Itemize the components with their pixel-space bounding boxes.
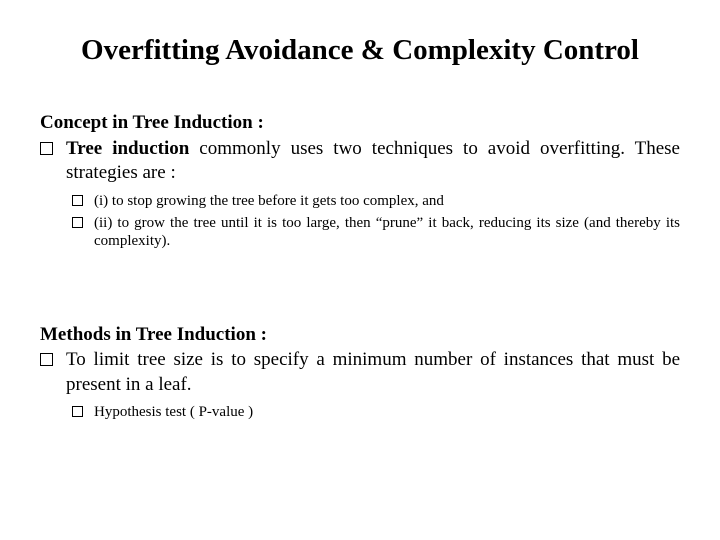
bullet-item: Tree induction commonly uses two techniq… xyxy=(40,137,680,186)
slide-body: Concept in Tree Induction : Tree inducti… xyxy=(0,111,720,421)
section-label-methods: Methods in Tree Induction : xyxy=(40,323,680,347)
sub-bullet-item: (ii) to grow the tree until it is too la… xyxy=(72,214,680,251)
bullet-rest: To limit tree size is to specify a minim… xyxy=(66,349,680,394)
section-label-concept: Concept in Tree Induction : xyxy=(40,111,680,135)
sub-bullet-group: Hypothesis test ( P-value ) xyxy=(40,403,680,421)
slide-title: Overfitting Avoidance & Complexity Contr… xyxy=(0,0,720,101)
slide: Overfitting Avoidance & Complexity Contr… xyxy=(0,0,720,540)
sub-bullet-item: (i) to stop growing the tree before it g… xyxy=(72,192,680,210)
sub-bullet-group: (i) to stop growing the tree before it g… xyxy=(40,192,680,251)
bullet-lead: Tree induction xyxy=(66,138,189,159)
sub-bullet-item: Hypothesis test ( P-value ) xyxy=(72,403,680,421)
bullet-item: To limit tree size is to specify a minim… xyxy=(40,348,680,397)
